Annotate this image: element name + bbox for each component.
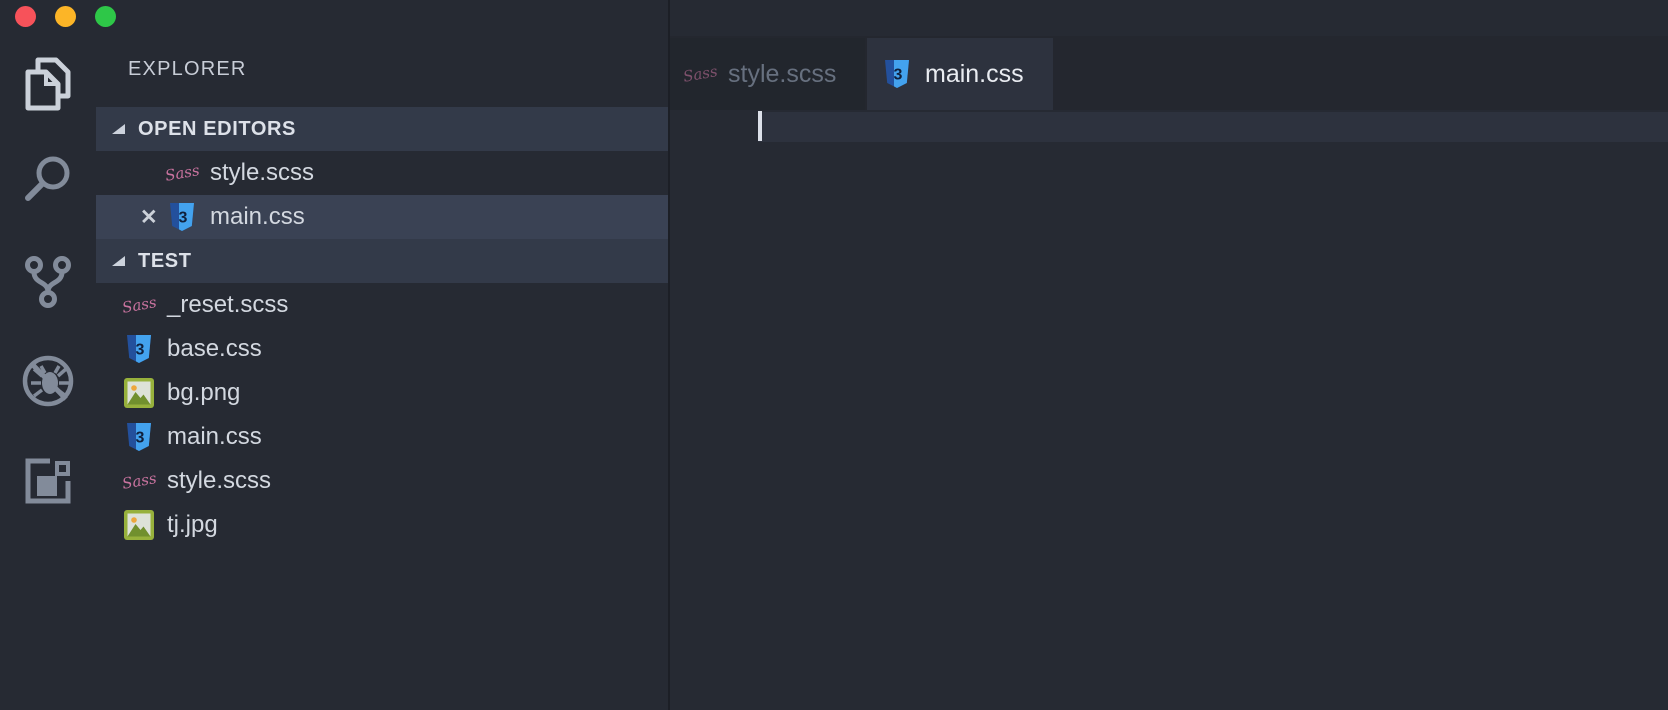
traffic-light-minimize[interactable] bbox=[55, 6, 76, 27]
editor-pane[interactable] bbox=[670, 110, 1668, 710]
debug-disabled-icon bbox=[21, 354, 75, 413]
chevron-expanded-icon bbox=[112, 124, 125, 134]
tab-style-scss[interactable]: Sass style.scss bbox=[670, 38, 865, 110]
editor-column: Sass style.scss 3 main.css bbox=[670, 36, 1668, 710]
file-item-bg-png[interactable]: bg.png bbox=[96, 371, 668, 415]
file-name: main.css bbox=[210, 203, 305, 230]
file-name: _reset.scss bbox=[167, 291, 289, 318]
vscode-window: EXPLORER OPEN EDITORS Sass style.scss ✕ 3 mai… bbox=[0, 0, 1668, 710]
image-icon bbox=[123, 507, 155, 543]
sass-icon: Sass bbox=[120, 293, 158, 317]
traffic-light-zoom[interactable] bbox=[95, 6, 116, 27]
close-icon[interactable]: ✕ bbox=[140, 207, 166, 228]
open-editor-item-style-scss[interactable]: Sass style.scss bbox=[96, 151, 668, 195]
section-header-test[interactable]: TEST bbox=[96, 239, 668, 283]
activity-item-explorer[interactable] bbox=[0, 54, 96, 118]
open-editor-item-main-css[interactable]: ✕ 3 main.css bbox=[96, 195, 668, 239]
svg-text:3: 3 bbox=[136, 430, 145, 447]
text-cursor bbox=[758, 111, 762, 141]
image-icon bbox=[123, 375, 155, 411]
tab-label: style.scss bbox=[728, 59, 837, 88]
css-icon: 3 bbox=[881, 56, 913, 92]
tab-main-css[interactable]: 3 main.css bbox=[867, 38, 1053, 110]
css-icon: 3 bbox=[123, 419, 155, 455]
svg-text:3: 3 bbox=[136, 342, 145, 359]
traffic-light-close[interactable] bbox=[15, 6, 36, 27]
file-name: main.css bbox=[167, 423, 262, 450]
file-item-main-css[interactable]: 3 main.css bbox=[96, 415, 668, 459]
tab-label: main.css bbox=[925, 59, 1024, 88]
sidebar-rows: OPEN EDITORS Sass style.scss ✕ 3 main.css TEST… bbox=[96, 107, 668, 547]
section-header-label: OPEN EDITORS bbox=[138, 117, 296, 140]
extensions-icon bbox=[22, 455, 74, 512]
explorer-sidebar: EXPLORER OPEN EDITORS Sass style.scss ✕ 3 mai… bbox=[96, 36, 668, 710]
file-item-tj-jpg[interactable]: tj.jpg bbox=[96, 503, 668, 547]
activity-item-search[interactable] bbox=[0, 148, 96, 212]
sass-icon: Sass bbox=[681, 62, 719, 86]
search-icon bbox=[22, 152, 74, 209]
file-item-base-css[interactable]: 3 base.css bbox=[96, 327, 668, 371]
file-name: style.scss bbox=[210, 159, 315, 186]
section-header-label: TEST bbox=[138, 249, 192, 272]
tab-bar: Sass style.scss 3 main.css bbox=[670, 36, 1668, 110]
file-name: style.scss bbox=[167, 467, 272, 494]
file-name: base.css bbox=[167, 335, 262, 362]
activity-item-debug[interactable] bbox=[0, 351, 96, 415]
file-name: tj.jpg bbox=[167, 511, 218, 538]
file-item-style-scss[interactable]: Sass style.scss bbox=[96, 459, 668, 503]
chevron-expanded-icon bbox=[112, 256, 125, 266]
activity-item-source-control[interactable] bbox=[0, 252, 96, 316]
page-title: EXPLORER bbox=[128, 58, 247, 80]
activity-bar bbox=[0, 36, 96, 710]
svg-text:3: 3 bbox=[894, 67, 903, 84]
titlebar[interactable] bbox=[0, 0, 1668, 36]
sass-icon: Sass bbox=[120, 469, 158, 493]
file-item--reset-scss[interactable]: Sass _reset.scss bbox=[96, 283, 668, 327]
file-name: bg.png bbox=[167, 379, 241, 406]
svg-text:3: 3 bbox=[179, 210, 188, 227]
css-icon: 3 bbox=[166, 199, 198, 235]
sass-icon: Sass bbox=[163, 161, 201, 185]
git-branch-icon bbox=[24, 255, 72, 314]
section-header-open-editors[interactable]: OPEN EDITORS bbox=[96, 107, 668, 151]
activity-item-extensions[interactable] bbox=[0, 451, 96, 515]
current-line-highlight bbox=[758, 112, 1668, 142]
files-icon bbox=[23, 57, 73, 116]
css-icon: 3 bbox=[123, 331, 155, 367]
